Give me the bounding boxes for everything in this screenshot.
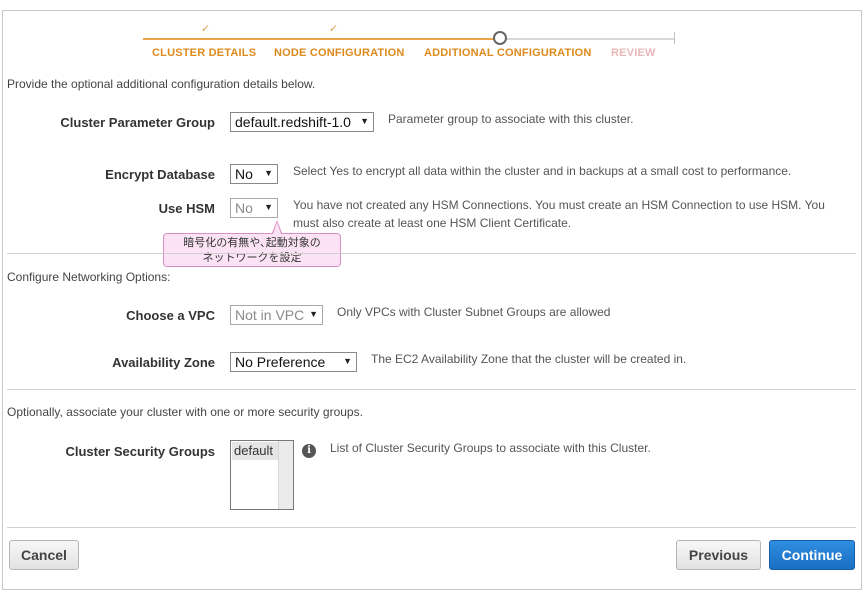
wizard-panel — [2, 10, 862, 590]
section-divider — [7, 389, 856, 390]
callout-pointer-fill — [273, 222, 281, 234]
vpc-value: Not in VPC — [235, 307, 305, 323]
use-hsm-help-line1: You have not created any HSM Connections… — [293, 198, 825, 212]
wizard-step-cluster-details[interactable]: CLUSTER DETAILS — [152, 47, 256, 59]
parameter-group-label: Cluster Parameter Group — [60, 115, 215, 130]
section-divider — [7, 253, 856, 254]
wizard-progress-fill — [143, 38, 495, 40]
dropdown-arrow-icon: ▼ — [360, 116, 369, 126]
use-hsm-help-line2: must also create at least one HSM Client… — [293, 216, 572, 230]
security-groups-label: Cluster Security Groups — [65, 444, 215, 459]
availability-zone-select[interactable]: No Preference ▼ — [230, 352, 357, 372]
encrypt-database-select[interactable]: No ▼ — [230, 164, 278, 184]
use-hsm-label: Use HSM — [158, 201, 215, 216]
vpc-label: Choose a VPC — [126, 308, 215, 323]
previous-button[interactable]: Previous — [676, 540, 761, 570]
callout-annotation: 暗号化の有無や､起動対象の ネットワークを設定 — [163, 233, 341, 267]
wizard-step-additional-configuration: ADDITIONAL CONFIGURATION — [424, 47, 592, 59]
vpc-help: Only VPCs with Cluster Subnet Groups are… — [337, 305, 611, 319]
security-heading: Optionally, associate your cluster with … — [7, 405, 363, 419]
callout-line1: 暗号化の有無や､起動対象の — [183, 236, 321, 249]
section-divider — [7, 527, 856, 528]
wizard-step-node-configuration[interactable]: NODE CONFIGURATION — [274, 47, 405, 59]
use-hsm-select[interactable]: No ▼ — [230, 198, 278, 218]
vpc-select[interactable]: Not in VPC ▼ — [230, 305, 323, 325]
security-group-option[interactable]: default — [232, 442, 278, 460]
encrypt-database-label: Encrypt Database — [105, 167, 215, 182]
availability-zone-label: Availability Zone — [112, 355, 215, 370]
parameter-group-select[interactable]: default.redshift-1.0 ▼ — [230, 112, 374, 132]
availability-zone-value: No Preference — [235, 354, 326, 370]
dropdown-arrow-icon: ▼ — [343, 356, 352, 366]
listbox-scrollbar[interactable] — [278, 441, 293, 509]
info-icon[interactable]: i — [302, 444, 316, 458]
networking-heading: Configure Networking Options: — [7, 270, 171, 284]
current-step-circle-icon — [493, 31, 507, 45]
use-hsm-value: No — [235, 200, 253, 216]
security-groups-listbox[interactable]: default — [230, 440, 294, 510]
cancel-button[interactable]: Cancel — [9, 540, 79, 570]
dropdown-arrow-icon: ▼ — [309, 309, 318, 319]
intro-text: Provide the optional additional configur… — [7, 77, 316, 91]
encrypt-database-help: Select Yes to encrypt all data within th… — [293, 164, 792, 178]
wizard-step-review: REVIEW — [611, 47, 656, 59]
wizard-progress-end-tick — [674, 32, 675, 44]
parameter-group-help: Parameter group to associate with this c… — [388, 112, 634, 126]
dropdown-arrow-icon: ▼ — [264, 168, 273, 178]
availability-zone-help: The EC2 Availability Zone that the clust… — [371, 352, 687, 366]
step-complete-check-icon: ✓ — [329, 22, 339, 35]
encrypt-database-value: No — [235, 166, 253, 182]
step-complete-check-icon: ✓ — [201, 22, 211, 35]
continue-button[interactable]: Continue — [769, 540, 855, 570]
parameter-group-value: default.redshift-1.0 — [235, 114, 351, 130]
dropdown-arrow-icon: ▼ — [264, 202, 273, 212]
security-groups-help: List of Cluster Security Groups to assoc… — [330, 441, 651, 455]
